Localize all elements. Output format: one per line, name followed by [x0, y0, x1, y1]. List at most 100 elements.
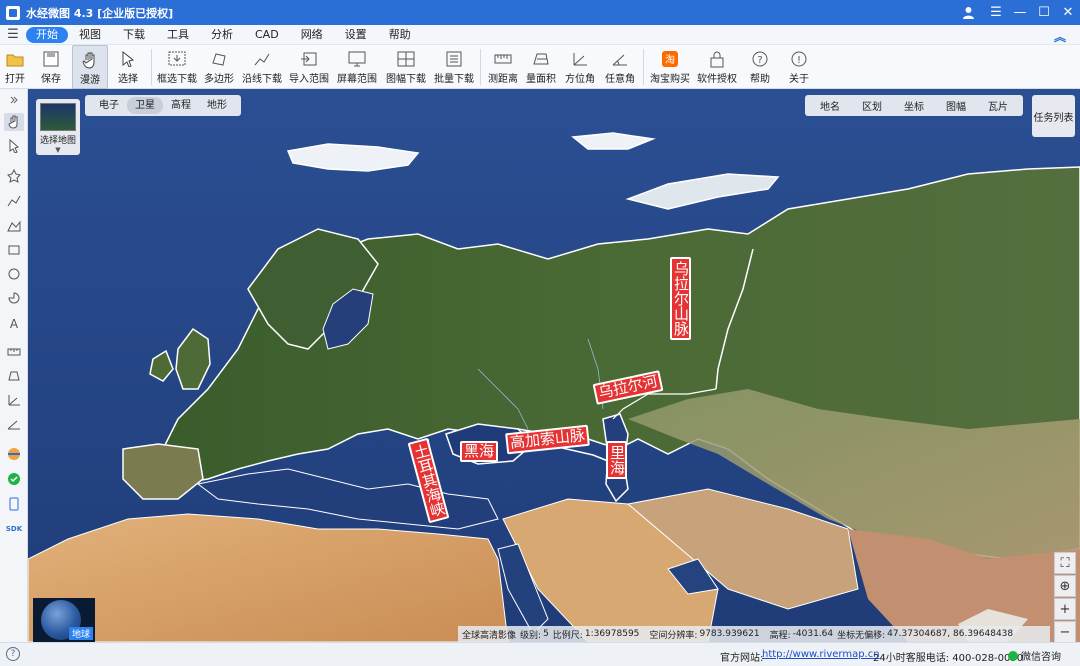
measure-area-button[interactable]: 量面积	[522, 45, 560, 89]
help-icon[interactable]: ?	[6, 647, 20, 661]
azimuth-icon	[570, 49, 590, 69]
polygon-button[interactable]: 多边形	[199, 45, 239, 89]
satellite-imagery	[28, 89, 1080, 642]
batch-download-icon	[444, 49, 464, 69]
minimize-icon[interactable]: —	[1008, 0, 1032, 25]
marker-icon[interactable]	[4, 167, 24, 185]
map-type-satellite[interactable]: 卫星	[127, 97, 163, 114]
app-logo-icon	[6, 5, 20, 20]
elevation-value: -4031.64	[792, 629, 834, 639]
box-download-button[interactable]: 框选下载	[155, 45, 199, 89]
coordinates-value: 47.37304687, 86.39648438	[887, 629, 1014, 639]
area-icon	[531, 49, 551, 69]
menu-help[interactable]: 帮助	[378, 27, 422, 43]
scale-value: 1:36978595	[584, 629, 640, 639]
hamburger-icon[interactable]: ☰	[0, 27, 26, 42]
menu-bar: ☰ 开始 视图 下载 工具 分析 CAD 网络 设置 帮助 ︽	[0, 25, 1080, 45]
taobao-buy-button[interactable]: 淘 淘宝购买	[647, 45, 693, 89]
select-button[interactable]: 选择	[108, 45, 148, 89]
hand-icon[interactable]	[4, 113, 24, 131]
info-icon: !	[789, 49, 809, 69]
screen-range-icon	[347, 49, 367, 69]
lock-icon	[707, 49, 727, 69]
phone-icon[interactable]	[4, 495, 24, 513]
screen-range-button[interactable]: 屏幕范围	[333, 45, 381, 89]
sdk-icon[interactable]: SDK	[4, 519, 24, 537]
sector-icon[interactable]	[4, 289, 24, 307]
close-icon[interactable]: ✕	[1056, 0, 1080, 25]
polyline-icon[interactable]	[4, 192, 24, 210]
menu-icon[interactable]: ☰	[984, 0, 1008, 25]
save-icon	[41, 49, 61, 69]
site-link[interactable]: http://www.rivermap.cn	[762, 649, 880, 660]
double-chevron-icon[interactable]	[4, 91, 24, 109]
help-button[interactable]: ? 帮助	[741, 45, 779, 89]
task-list-button[interactable]: 任务列表	[1032, 95, 1075, 137]
resolution-value: 9783.939621	[699, 629, 760, 639]
azimuth-button[interactable]: 方位角	[560, 45, 600, 89]
locate-icon[interactable]: ⊕	[1054, 575, 1076, 597]
open-button[interactable]: 打开	[0, 45, 30, 89]
sheet-download-button[interactable]: 图幅下载	[381, 45, 431, 89]
license-button[interactable]: 软件授权	[693, 45, 741, 89]
globe-layer-icon[interactable]	[4, 445, 24, 463]
hand-icon	[80, 50, 100, 70]
layer-toggle-bar: 地名 区划 坐标 图幅 瓦片	[805, 95, 1023, 116]
globe-overview[interactable]: 地球	[33, 598, 95, 642]
user-icon[interactable]	[956, 0, 980, 25]
ruler-icon[interactable]	[4, 343, 24, 361]
menu-tools[interactable]: 工具	[156, 27, 200, 43]
layer-tiles[interactable]: 瓦片	[977, 98, 1019, 113]
batch-download-button[interactable]: 批量下载	[431, 45, 477, 89]
import-range-button[interactable]: 导入范围	[285, 45, 333, 89]
support-phone: 24小时客服电话: 400-028-0050	[873, 653, 1024, 664]
site-label: 官方网站:	[720, 653, 764, 664]
polygon-icon	[209, 49, 229, 69]
wechat-consult[interactable]: 微信咨询	[1008, 648, 1061, 663]
menu-cad[interactable]: CAD	[244, 27, 290, 43]
select-map-widget[interactable]: 选择地图 ▼	[36, 99, 80, 155]
zoom-in-button[interactable]: +	[1054, 598, 1076, 620]
azimuth-icon[interactable]	[4, 391, 24, 409]
map-controls: ⛶ ⊕ + −	[1054, 552, 1076, 642]
svg-text:SDK: SDK	[6, 525, 23, 533]
any-angle-button[interactable]: 任意角	[600, 45, 640, 89]
maximize-icon[interactable]: ☐	[1032, 0, 1056, 25]
layer-place-names[interactable]: 地名	[809, 98, 851, 113]
map-view[interactable]: 选择地图 ▼ 电子 卫星 高程 地形 地名 区划 坐标 图幅 瓦片 任务列表 乌…	[28, 89, 1080, 642]
menu-start[interactable]: 开始	[26, 26, 68, 43]
menu-network[interactable]: 网络	[290, 27, 334, 43]
menu-settings[interactable]: 设置	[334, 27, 378, 43]
cursor-icon[interactable]	[4, 137, 24, 155]
save-button[interactable]: 保存	[30, 45, 72, 89]
wechat-label: 微信咨询	[1021, 652, 1061, 663]
collapse-ribbon-icon[interactable]: ︽	[1054, 28, 1066, 45]
measure-distance-button[interactable]: 测距离	[484, 45, 522, 89]
pan-button[interactable]: 漫游	[72, 45, 108, 89]
rectangle-icon[interactable]	[4, 241, 24, 259]
globe-label: 地球	[68, 627, 93, 640]
zoom-out-button[interactable]: −	[1054, 621, 1076, 642]
menu-view[interactable]: 视图	[68, 27, 112, 43]
menu-download[interactable]: 下载	[112, 27, 156, 43]
map-type-electronic[interactable]: 电子	[91, 97, 127, 114]
layer-divisions[interactable]: 区划	[851, 98, 893, 113]
area-measure-icon[interactable]	[4, 367, 24, 385]
menu-analysis[interactable]: 分析	[200, 27, 244, 43]
line-download-button[interactable]: 沿线下载	[239, 45, 285, 89]
area-draw-icon[interactable]	[4, 217, 24, 235]
fullscreen-icon[interactable]: ⛶	[1054, 552, 1076, 574]
layer-sheets[interactable]: 图幅	[935, 98, 977, 113]
svg-text:A: A	[10, 317, 19, 330]
label-caspian-sea: 里海	[606, 441, 627, 479]
check-icon[interactable]	[4, 470, 24, 488]
angle-icon[interactable]	[4, 415, 24, 433]
map-type-terrain[interactable]: 地形	[199, 97, 235, 114]
layer-coordinates[interactable]: 坐标	[893, 98, 935, 113]
map-thumbnail	[40, 103, 76, 131]
about-button[interactable]: ! 关于	[779, 45, 819, 89]
cursor-icon	[118, 49, 138, 69]
map-type-elevation[interactable]: 高程	[163, 97, 199, 114]
circle-icon[interactable]	[4, 265, 24, 283]
text-icon[interactable]: A	[4, 314, 24, 332]
